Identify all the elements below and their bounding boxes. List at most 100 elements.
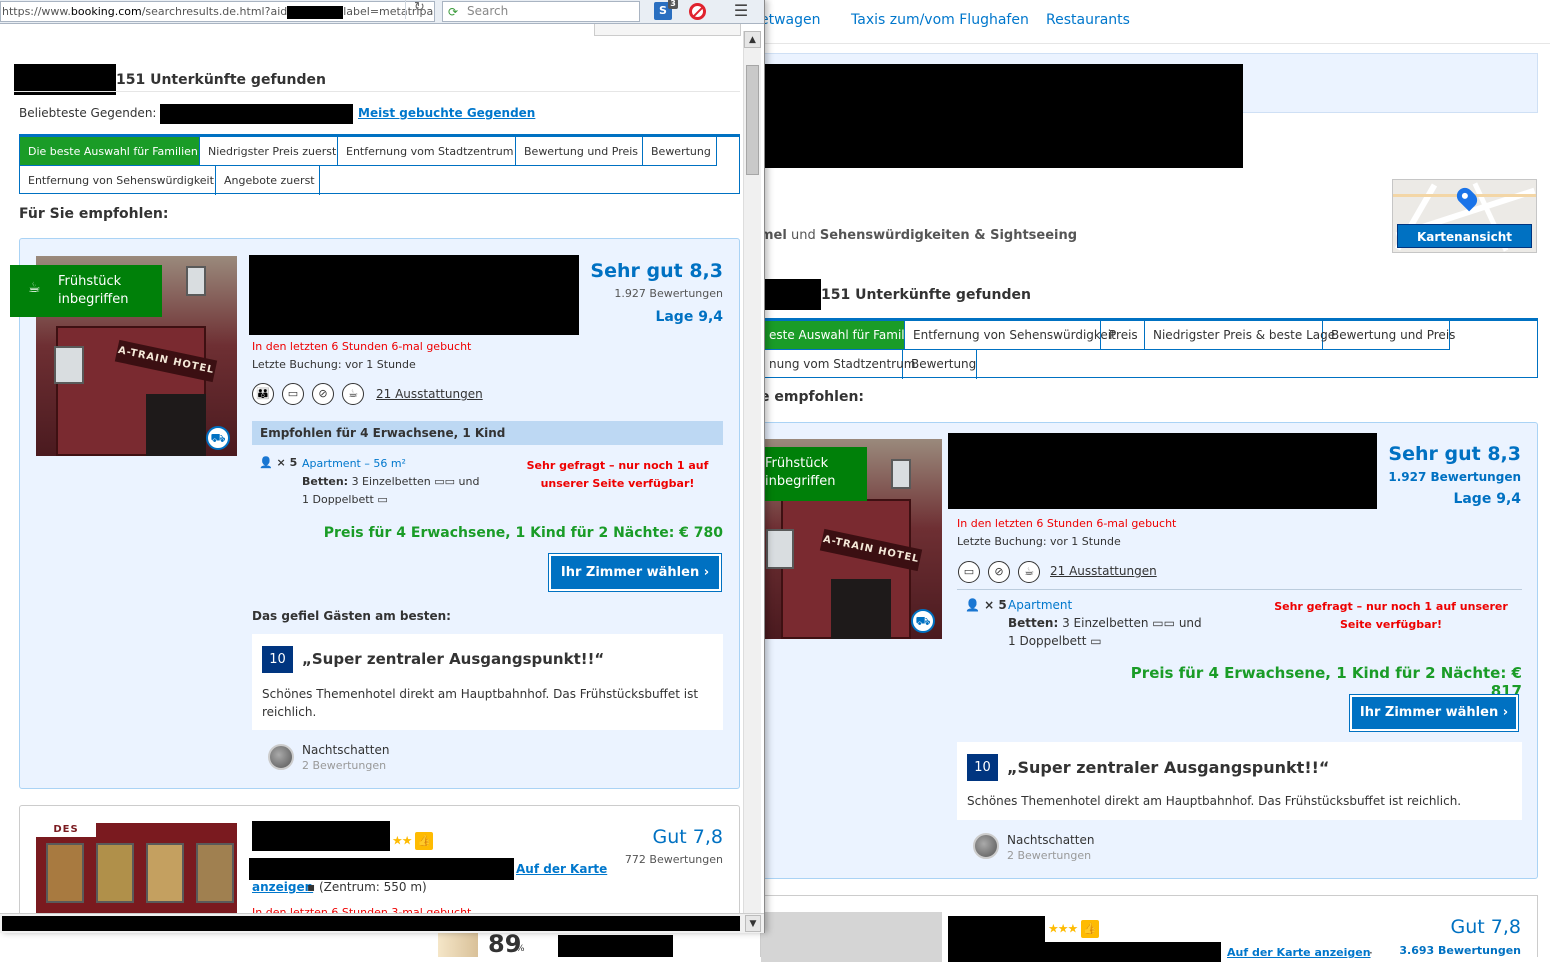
tab-deals-first[interactable]: Angebote zuerst [216, 166, 320, 195]
scrollbar-thumb[interactable] [746, 65, 759, 175]
hotel-card: A-TRAIN HOTEL ⛟ Frühstück inbegriffen Se… [760, 422, 1538, 879]
hotel-photo-2[interactable]: DES ARTS [36, 823, 237, 926]
review-box: 10 „Super zentraler Ausgangspunkt!!“ Sch… [252, 634, 723, 730]
amenities-link[interactable]: 21 Ausstattungen [376, 387, 483, 401]
person-icon: 👤 [965, 598, 980, 612]
tab-rating[interactable]: Bewertung [643, 137, 717, 166]
rating-score[interactable]: Sehr gut 8,3 [1321, 443, 1521, 465]
location-score: Lage 9,4 [1453, 491, 1521, 507]
tab-lowest-price[interactable]: Niedrigster Preis zuerst [200, 137, 338, 166]
rating-score-2[interactable]: Gut 7,8 [523, 826, 723, 848]
search-icon: ⟳ [448, 5, 459, 19]
room-type-link[interactable]: Apartment [1008, 598, 1072, 612]
double-bed-icon: ▭ [1090, 634, 1102, 648]
reviewer-name: Nachtschatten [1007, 833, 1095, 847]
price: Preis für 4 Erwachsene, 1 Kind für 2 Näc… [323, 525, 723, 541]
rating-score[interactable]: Sehr gut 8,3 [523, 260, 723, 282]
last-booking: Letzte Buchung: vor 1 Stunde [957, 535, 1121, 548]
star-icon: ★★ [392, 833, 412, 848]
coffee-icon: ☕ [1018, 561, 1040, 583]
nav-link-airport-taxis[interactable]: Taxis zum/vom Flughafen [851, 12, 1029, 28]
tab-best-for-families[interactable]: este Auswahl für Familien [761, 321, 923, 350]
menu-icon[interactable]: ☰ [729, 0, 753, 22]
review-count[interactable]: 1.927 Bewertungen [523, 287, 723, 300]
scarcity-notice: Sehr gefragt – nur noch 1 auf unserer Se… [526, 459, 709, 490]
hotel-card-2: ★★★ 👍 Auf der Karte anzeigen · Gut 7,8 3… [760, 895, 1538, 962]
no-smoking-icon: ⊘ [312, 383, 334, 405]
sort-tabs: Die beste Auswahl für Familien Niedrigst… [19, 134, 740, 195]
nav-link-restaurants[interactable]: Restaurants [1046, 12, 1130, 28]
room-type-link[interactable]: Apartment – 56 m² [302, 457, 406, 470]
redacted-block [558, 935, 673, 957]
search-input[interactable]: ⟳ Search [442, 1, 640, 22]
hotel-card: A-TRAIN HOTEL ⛟ ☕ Frühstück inbegriffen … [10, 238, 740, 789]
tab-distance-sights[interactable]: Entfernung von Sehenswürdigkeit [20, 166, 216, 195]
top-navigation: etwagen Taxis zum/vom Flughafen Restaura… [760, 0, 1550, 44]
extension-s-icon[interactable]: S3 [654, 0, 678, 20]
tab-best-for-families[interactable]: Die beste Auswahl für Familien [20, 137, 200, 166]
tab-price[interactable]: Preis [1101, 321, 1145, 350]
tab-rating-and-price[interactable]: Bewertung und Preis [1323, 321, 1455, 350]
star-icon: ★★★ [1048, 921, 1078, 936]
amenities-link[interactable]: 21 Ausstattungen [1050, 564, 1157, 578]
reload-icon[interactable]: ↻ [405, 0, 433, 19]
breakfast-included-badge: Frühstück inbegriffen [761, 447, 867, 501]
family-rooms-icon: 👪 [252, 383, 274, 405]
review-count-2[interactable]: 772 Bewertungen [523, 853, 723, 866]
map-preview-fragment [594, 24, 741, 36]
location-score: Lage 9,4 [655, 309, 723, 325]
hotel-photo-2[interactable] [761, 912, 942, 962]
vertical-scrollbar[interactable]: ▲ [743, 31, 761, 931]
recommended-heading: Für Sie empfohlen: [19, 206, 169, 222]
select-room-button[interactable]: Ihr Zimmer wählen › [549, 554, 721, 591]
tab-rating[interactable]: Bewertung [903, 350, 977, 379]
select-room-button[interactable]: Ihr Zimmer wählen › [1350, 695, 1518, 731]
tv-icon: ▭ [282, 383, 304, 405]
star-rating: ★★ 👍 [392, 832, 434, 850]
distance-to-center: ▪ (Zentrum: 550 m) [307, 880, 427, 894]
occupancy: 👤 × 5 [965, 598, 1007, 612]
map-view-button[interactable]: Kartenansicht [1397, 224, 1532, 248]
scroll-down-icon[interactable]: ▼ [745, 915, 761, 932]
url-bar[interactable]: https://www.booking.com/searchresults.de… [0, 1, 435, 22]
tab-distance-center[interactable]: Entfernung vom Stadtzentrum [338, 137, 516, 166]
hotel-card-2: DES ARTS ★★ 👍 Auf der Karte anzeigen ▪ (… [19, 805, 740, 926]
thumbs-up-icon: 👍 [1081, 920, 1100, 938]
tab-distance-center[interactable]: nung vom Stadtzentrum [761, 350, 915, 379]
scroll-up-icon[interactable]: ▲ [744, 31, 761, 48]
map-preview[interactable]: Kartenansicht [1392, 179, 1537, 253]
review-title: „Super zentraler Ausgangspunkt!!“ [1007, 758, 1330, 777]
reviewer-count: 2 Bewertungen [1007, 849, 1092, 862]
redacted-hotel-name [948, 433, 1377, 509]
popular-areas-link[interactable]: Meist gebuchte Gegenden [358, 106, 535, 120]
coffee-icon: ☕ [342, 383, 364, 405]
coffee-cup-icon: ☕ [28, 280, 41, 296]
nav-link-car-rental[interactable]: etwagen [760, 12, 821, 28]
review-score-badge: 10 [967, 754, 998, 781]
occupancy: 👤 × 5 [259, 456, 298, 469]
block-extension-icon[interactable] [689, 3, 706, 20]
redacted-areas [160, 104, 353, 124]
review-count-2[interactable]: 3.693 Bewertungen [1321, 944, 1521, 957]
reviewer-count: 2 Bewertungen [302, 759, 387, 772]
map-marker-icon: ▪ [307, 880, 316, 894]
horizontal-scrollbar[interactable]: ▼ [0, 913, 764, 933]
tab-lowest-price-best-location[interactable]: Niedrigster Preis & beste Lage [1145, 321, 1335, 350]
guests-liked-heading: Das gefiel Gästen am besten: [252, 609, 451, 623]
rating-score-2[interactable]: Gut 7,8 [1321, 916, 1521, 938]
popular-areas-label: Beliebteste Gegenden: [19, 106, 157, 120]
browser-toolbar: https://www.booking.com/searchresults.de… [0, 0, 764, 24]
percent-sign: % [516, 944, 525, 954]
recommended-heading: e empfohlen: [760, 389, 865, 405]
redacted-status-bar [2, 916, 740, 931]
tab-distance-sights[interactable]: Entfernung von Sehenswürdigkeit [905, 321, 1116, 350]
map-link-continued[interactable]: anzeigen [252, 880, 313, 894]
breakfast-included-badge: ☕ Frühstück inbegriffen [10, 265, 162, 317]
thumbs-up-icon: 👍 [415, 832, 434, 850]
reviewer-avatar [268, 744, 294, 770]
review-count[interactable]: 1.927 Bewertungen [1321, 470, 1521, 484]
bed-icon: ▭▭ [434, 475, 456, 488]
last-booking: Letzte Buchung: vor 1 Stunde [252, 358, 416, 371]
train-station-icon: ⛟ [911, 609, 935, 633]
tab-rating-and-price[interactable]: Bewertung und Preis [516, 137, 643, 166]
